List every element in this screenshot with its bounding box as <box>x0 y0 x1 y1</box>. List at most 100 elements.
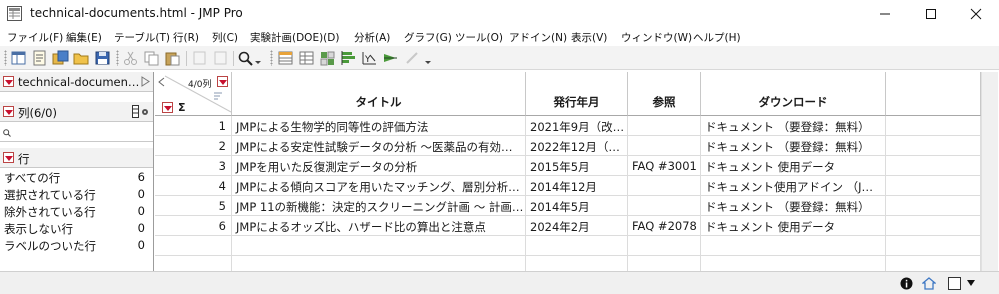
close-button[interactable] <box>953 0 999 28</box>
cell-date[interactable]: 2022年12月（… <box>526 136 628 156</box>
toolbar-grip-3[interactable] <box>270 50 273 66</box>
sigma-icon[interactable]: Σ <box>178 101 186 114</box>
tabulate-icon[interactable] <box>298 50 315 66</box>
cell-date[interactable]: 2015年5月 <box>526 156 628 176</box>
menu-view[interactable]: 表示(V) <box>571 30 607 45</box>
cell-reference[interactable] <box>628 196 701 216</box>
new-project-icon[interactable] <box>52 50 69 66</box>
cell-reference[interactable] <box>628 136 701 156</box>
search-dropdown-icon[interactable] <box>254 50 262 66</box>
cell-empty[interactable] <box>886 116 981 136</box>
cell-empty[interactable] <box>886 156 981 176</box>
cell-download[interactable]: ドキュメント （要登録：無料） <box>701 116 886 136</box>
menu-tools[interactable]: ツール(O) <box>455 30 503 45</box>
maximize-button[interactable] <box>908 0 954 28</box>
collapse-panel-icon[interactable] <box>141 76 150 87</box>
save-icon[interactable] <box>94 50 111 66</box>
cell-date[interactable] <box>526 236 628 256</box>
cell-download[interactable]: ドキュメント 使用データ <box>701 216 886 236</box>
column-header-empty[interactable] <box>886 72 981 116</box>
cell-title[interactable]: JMPによる生物学的同等性の評価方法 <box>232 116 526 136</box>
window-list-icon[interactable] <box>948 277 961 290</box>
rows-menu-red-triangle-icon[interactable] <box>162 102 173 113</box>
menu-window[interactable]: ウィンドウ(W) <box>621 30 692 45</box>
cell-date[interactable]: 2014年12月 <box>526 176 628 196</box>
copy-icon[interactable] <box>143 50 160 66</box>
cut-icon[interactable] <box>122 50 139 66</box>
new-script-icon[interactable] <box>31 50 48 66</box>
row-number[interactable]: 5 <box>155 196 232 216</box>
home-icon[interactable] <box>922 277 936 290</box>
row-number[interactable] <box>155 236 232 256</box>
row-number[interactable]: 6 <box>155 216 232 236</box>
column-header-download[interactable]: ダウンロード <box>701 72 886 116</box>
data-grid-icon[interactable] <box>277 50 294 66</box>
cell-empty[interactable] <box>886 216 981 236</box>
cell-title[interactable]: JMP 11の新機能：決定的スクリーニング計画 ～ 計画… <box>232 196 526 216</box>
column-header-title[interactable]: タイトル <box>232 72 526 116</box>
menu-analyze[interactable]: 分析(A) <box>354 30 390 45</box>
fit-model-icon[interactable] <box>382 50 399 66</box>
distribution-icon[interactable] <box>340 50 357 66</box>
cell-title[interactable] <box>232 236 526 256</box>
menu-graph[interactable]: グラフ(G) <box>404 30 452 45</box>
cell-empty[interactable] <box>886 176 981 196</box>
minimize-button[interactable] <box>862 0 908 28</box>
toolbar-grip-2[interactable] <box>116 50 119 66</box>
undo-icon[interactable] <box>191 50 208 66</box>
column-header-date[interactable]: 発行年月 <box>526 72 628 116</box>
cell-reference[interactable] <box>628 116 701 136</box>
vertical-scrollbar[interactable] <box>981 72 998 271</box>
columns-menu-red-triangle-icon[interactable] <box>217 76 228 87</box>
menu-addins[interactable]: アドイン(N) <box>509 30 567 45</box>
cell-date[interactable]: 2014年5月 <box>526 196 628 216</box>
row-number[interactable]: 2 <box>155 136 232 156</box>
table-name[interactable]: technical-documen… <box>18 75 139 89</box>
new-table-icon[interactable] <box>10 50 27 66</box>
cell-download[interactable]: ドキュメント使用アドイン （J… <box>701 176 886 196</box>
columns-red-triangle-icon[interactable] <box>3 106 14 117</box>
row-number[interactable]: 4 <box>155 176 232 196</box>
cell-title[interactable]: JMPによるオッズ比、ハザード比の算出と注意点 <box>232 216 526 236</box>
cell-download[interactable]: ドキュメント （要登録：無料） <box>701 196 886 216</box>
toolbar-grip[interactable] <box>4 50 7 66</box>
menu-table[interactable]: テーブル(T) <box>114 30 170 45</box>
cell-download[interactable]: ドキュメント （要登録：無料） <box>701 136 886 156</box>
cell-title[interactable]: JMPによる傾向スコアを用いたマッチング、層別分析… <box>232 176 526 196</box>
cell-reference[interactable]: FAQ #3001 <box>628 156 701 176</box>
row-filter-icon[interactable] <box>213 91 223 101</box>
column-settings-icon[interactable] <box>132 105 150 119</box>
cell-reference[interactable]: FAQ #2078 <box>628 216 701 236</box>
paste-icon[interactable] <box>164 50 181 66</box>
search-icon[interactable] <box>237 50 254 66</box>
menu-help[interactable]: ヘルプ(H) <box>693 30 741 45</box>
cell-download[interactable]: ドキュメント 使用データ <box>701 156 886 176</box>
cell-date[interactable]: 2024年2月 <box>526 216 628 236</box>
cell-title[interactable]: JMPによる安定性試験データの分析 ～医薬品の有効… <box>232 136 526 156</box>
info-icon[interactable] <box>900 277 913 290</box>
row-number[interactable]: 3 <box>155 156 232 176</box>
cell-download[interactable] <box>701 236 886 256</box>
fit-xy-icon[interactable]: Y <box>361 50 378 66</box>
open-icon[interactable] <box>73 50 90 66</box>
cell-reference[interactable] <box>628 176 701 196</box>
table-red-triangle-icon[interactable] <box>3 76 14 87</box>
row-number[interactable]: 1 <box>155 116 232 136</box>
cell-empty[interactable] <box>886 196 981 216</box>
menu-edit[interactable]: 編集(E) <box>66 30 102 45</box>
menu-doe[interactable]: 実験計画(DOE)(D) <box>250 30 339 45</box>
graph-builder-icon[interactable] <box>319 50 336 66</box>
rows-red-triangle-icon[interactable] <box>3 152 14 163</box>
cell-empty[interactable] <box>886 236 981 256</box>
pen-icon[interactable] <box>404 50 421 66</box>
column-search-field[interactable] <box>0 124 153 142</box>
cell-empty[interactable] <box>886 136 981 156</box>
menu-cols[interactable]: 列(C) <box>212 30 238 45</box>
toolbar-overflow-icon[interactable] <box>424 50 432 66</box>
menu-file[interactable]: ファイル(F) <box>7 30 63 45</box>
menu-rows[interactable]: 行(R) <box>173 30 199 45</box>
cell-date[interactable]: 2021年9月（改… <box>526 116 628 136</box>
cell-title[interactable]: JMPを用いた反復測定データの分析 <box>232 156 526 176</box>
column-header-reference[interactable]: 参照 <box>628 72 701 116</box>
cell-reference[interactable] <box>628 236 701 256</box>
